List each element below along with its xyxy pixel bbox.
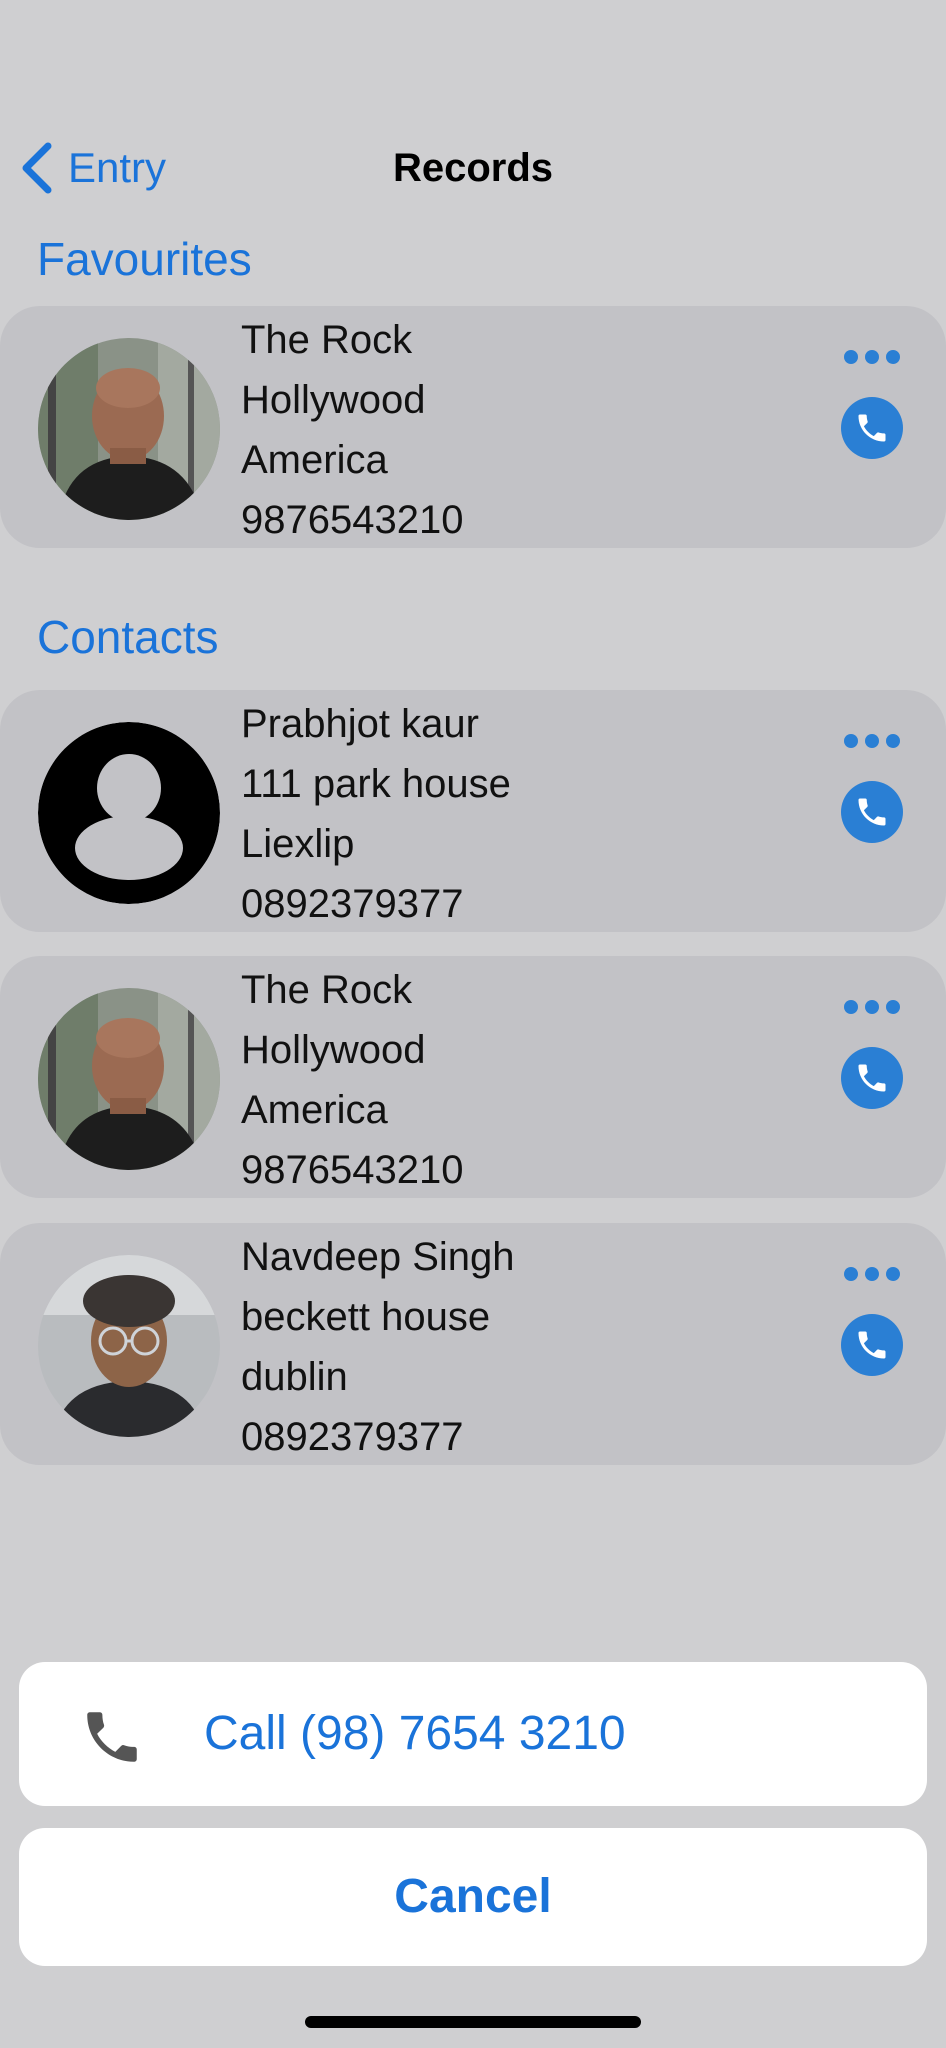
contact-phone: 0892379377 bbox=[241, 882, 464, 926]
phone-icon bbox=[858, 798, 886, 826]
contact-info: Prabhjot kaur 111 park house Liexlip 089… bbox=[241, 694, 511, 934]
phone-icon bbox=[858, 1331, 886, 1359]
call-button[interactable] bbox=[841, 1314, 903, 1376]
avatar bbox=[38, 1255, 220, 1437]
contact-card[interactable]: Navdeep Singh beckett house dublin 08923… bbox=[0, 1223, 946, 1465]
contact-name: Navdeep Singh bbox=[241, 1235, 515, 1279]
avatar bbox=[38, 988, 220, 1170]
contact-card[interactable]: The Rock Hollywood America 9876543210 bbox=[0, 956, 946, 1198]
contact-phone: 9876543210 bbox=[241, 1148, 464, 1192]
more-options-icon[interactable] bbox=[844, 1263, 900, 1285]
favourite-card[interactable]: The Rock Hollywood America 9876543210 bbox=[0, 306, 946, 548]
contact-city: Liexlip bbox=[241, 822, 355, 866]
contact-city: dublin bbox=[241, 1355, 348, 1399]
contact-name: The Rock bbox=[241, 318, 413, 362]
phone-icon bbox=[858, 1064, 886, 1092]
call-number-button[interactable]: Call (98) 7654 3210 bbox=[19, 1662, 927, 1806]
rock-photo bbox=[38, 988, 220, 1170]
contact-city: America bbox=[241, 1088, 388, 1132]
contact-address: beckett house bbox=[241, 1295, 491, 1339]
contact-info: The Rock Hollywood America 9876543210 bbox=[241, 310, 463, 550]
more-options-icon[interactable] bbox=[844, 730, 900, 752]
home-indicator[interactable] bbox=[305, 2016, 641, 2028]
contact-address: 111 park house bbox=[241, 762, 511, 806]
navdeep-photo bbox=[38, 1255, 220, 1437]
cancel-button[interactable]: Cancel bbox=[19, 1828, 927, 1966]
contact-address: Hollywood bbox=[241, 378, 426, 422]
contact-phone: 9876543210 bbox=[241, 498, 464, 542]
avatar bbox=[38, 338, 220, 520]
page-title: Records bbox=[392, 146, 554, 190]
contact-name: The Rock bbox=[241, 968, 413, 1012]
more-options-icon[interactable] bbox=[844, 346, 900, 368]
contact-info: Navdeep Singh beckett house dublin 08923… bbox=[241, 1227, 515, 1467]
call-button[interactable] bbox=[841, 397, 903, 459]
contact-name: Prabhjot kaur bbox=[241, 702, 479, 746]
contacts-header: Contacts bbox=[37, 611, 219, 663]
contact-card[interactable]: Prabhjot kaur 111 park house Liexlip 089… bbox=[0, 690, 946, 932]
more-options-icon[interactable] bbox=[844, 996, 900, 1018]
person-placeholder-icon bbox=[38, 722, 220, 904]
records-screen: Entry Records Favourites The Rock Hollyw… bbox=[0, 0, 946, 2048]
contact-info: The Rock Hollywood America 9876543210 bbox=[241, 960, 463, 1200]
call-number-label: Call (98) 7654 3210 bbox=[204, 1707, 626, 1760]
call-button[interactable] bbox=[841, 1047, 903, 1109]
phone-icon bbox=[87, 1712, 137, 1762]
favourites-header: Favourites bbox=[37, 233, 252, 285]
contact-address: Hollywood bbox=[241, 1028, 426, 1072]
avatar bbox=[38, 722, 220, 904]
phone-icon bbox=[858, 414, 886, 442]
contact-city: America bbox=[241, 438, 388, 482]
rock-photo bbox=[38, 338, 220, 520]
call-button[interactable] bbox=[841, 781, 903, 843]
contact-phone: 0892379377 bbox=[241, 1415, 464, 1459]
